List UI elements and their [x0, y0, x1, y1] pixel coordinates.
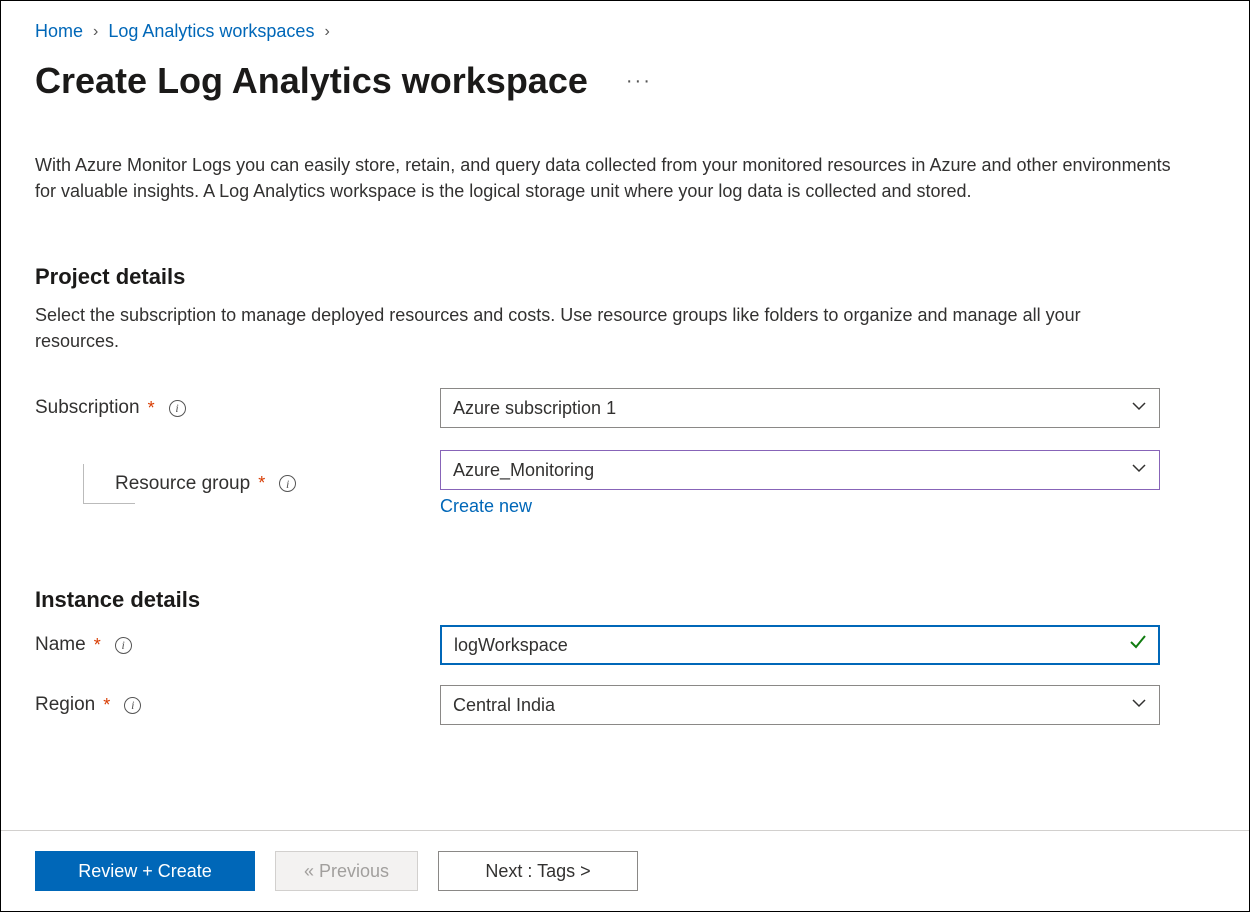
breadcrumb-home[interactable]: Home	[35, 21, 83, 42]
chevron-right-icon: ›	[93, 23, 98, 41]
resource-group-value: Azure_Monitoring	[453, 460, 594, 481]
required-icon: *	[103, 695, 110, 716]
region-value: Central India	[453, 695, 555, 716]
instance-details-heading: Instance details	[35, 587, 1215, 613]
subscription-value: Azure subscription 1	[453, 398, 616, 419]
name-label: Name* i	[35, 634, 440, 656]
wizard-footer: Review + Create « Previous Next : Tags >	[1, 830, 1249, 911]
required-icon: *	[148, 398, 155, 419]
info-icon[interactable]: i	[279, 475, 296, 492]
info-icon[interactable]: i	[115, 637, 132, 654]
name-input[interactable]	[440, 625, 1160, 665]
chevron-down-icon	[1131, 460, 1147, 481]
region-select[interactable]: Central India	[440, 685, 1160, 725]
name-input-field[interactable]	[454, 635, 1128, 656]
required-icon: *	[94, 635, 101, 656]
breadcrumb: Home › Log Analytics workspaces ›	[35, 21, 1215, 42]
next-tags-button[interactable]: Next : Tags >	[438, 851, 638, 891]
page-title: Create Log Analytics workspace	[35, 60, 588, 102]
required-icon: *	[258, 473, 265, 494]
resource-group-select[interactable]: Azure_Monitoring	[440, 450, 1160, 490]
project-details-subtext: Select the subscription to manage deploy…	[35, 302, 1135, 354]
info-icon[interactable]: i	[124, 697, 141, 714]
chevron-right-icon: ›	[324, 23, 329, 41]
project-details-heading: Project details	[35, 264, 1215, 290]
check-icon	[1128, 632, 1148, 658]
intro-text: With Azure Monitor Logs you can easily s…	[35, 152, 1175, 204]
create-new-resource-group-link[interactable]: Create new	[440, 496, 532, 517]
breadcrumb-workspaces[interactable]: Log Analytics workspaces	[108, 21, 314, 42]
more-icon[interactable]: ···	[626, 70, 652, 93]
review-create-button[interactable]: Review + Create	[35, 851, 255, 891]
chevron-down-icon	[1131, 398, 1147, 419]
indent-line	[83, 464, 135, 504]
info-icon[interactable]: i	[169, 400, 186, 417]
subscription-label: Subscription* i	[35, 397, 440, 419]
region-label: Region* i	[35, 694, 440, 716]
previous-button: « Previous	[275, 851, 418, 891]
subscription-select[interactable]: Azure subscription 1	[440, 388, 1160, 428]
chevron-down-icon	[1131, 695, 1147, 716]
